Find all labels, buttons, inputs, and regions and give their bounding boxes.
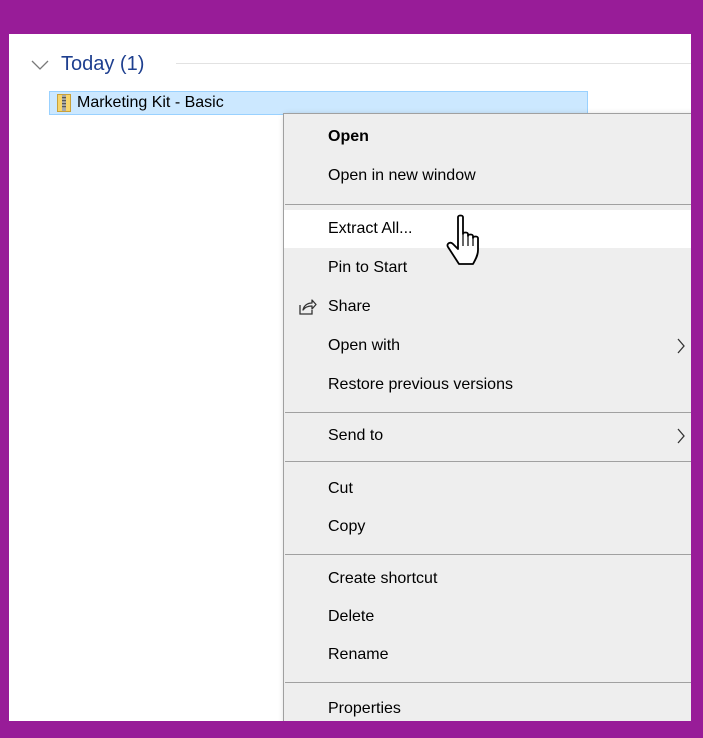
explorer-window: Today (1) Marketing Kit - Basic Open Ope… [9,34,691,721]
menu-item-delete[interactable]: Delete [284,598,691,636]
menu-item-send-to[interactable]: Send to [284,417,691,455]
menu-item-label: Restore previous versions [328,376,513,393]
menu-item-label: Open [328,128,369,145]
menu-item-label: Create shortcut [328,570,438,587]
group-title: Today (1) [61,52,145,75]
menu-item-copy[interactable]: Copy [284,508,691,546]
menu-separator [285,554,691,555]
menu-item-label: Delete [328,608,375,625]
group-divider [176,63,691,64]
menu-item-open-new-window[interactable]: Open in new window [284,157,691,195]
menu-item-label: Share [328,298,371,315]
menu-item-label: Send to [328,427,384,444]
file-name: Marketing Kit - Basic [77,94,224,111]
menu-item-extract-all[interactable]: Extract All... [284,210,691,248]
chevron-right-icon [677,428,685,444]
menu-item-label: Pin to Start [328,259,408,276]
menu-item-create-shortcut[interactable]: Create shortcut [284,560,691,598]
share-icon [299,299,317,315]
menu-item-label: Properties [328,700,401,717]
context-menu: Open Open in new window Extract All... P… [283,113,691,721]
file-item[interactable]: Marketing Kit - Basic [49,91,588,115]
menu-item-label: Cut [328,480,353,497]
menu-separator [285,204,691,205]
menu-item-rename[interactable]: Rename [284,636,691,674]
chevron-right-icon [677,338,685,354]
group-header-today[interactable]: Today (1) [29,52,144,76]
menu-separator [285,682,691,683]
menu-item-label: Rename [328,646,389,663]
menu-item-properties[interactable]: Properties [284,690,691,721]
zip-folder-icon [57,94,71,112]
menu-item-restore-previous-versions[interactable]: Restore previous versions [284,366,691,404]
menu-item-cut[interactable]: Cut [284,470,691,508]
menu-item-pin-to-start[interactable]: Pin to Start [284,249,691,287]
menu-item-share[interactable]: Share [284,288,691,326]
menu-item-label: Copy [328,518,366,535]
chevron-down-icon[interactable] [29,53,51,75]
menu-item-label: Extract All... [328,220,413,237]
menu-separator [285,461,691,462]
menu-separator [285,412,691,413]
menu-item-open-with[interactable]: Open with [284,327,691,365]
menu-item-label: Open in new window [328,167,476,184]
menu-item-open[interactable]: Open [284,118,691,156]
menu-item-label: Open with [328,337,401,354]
